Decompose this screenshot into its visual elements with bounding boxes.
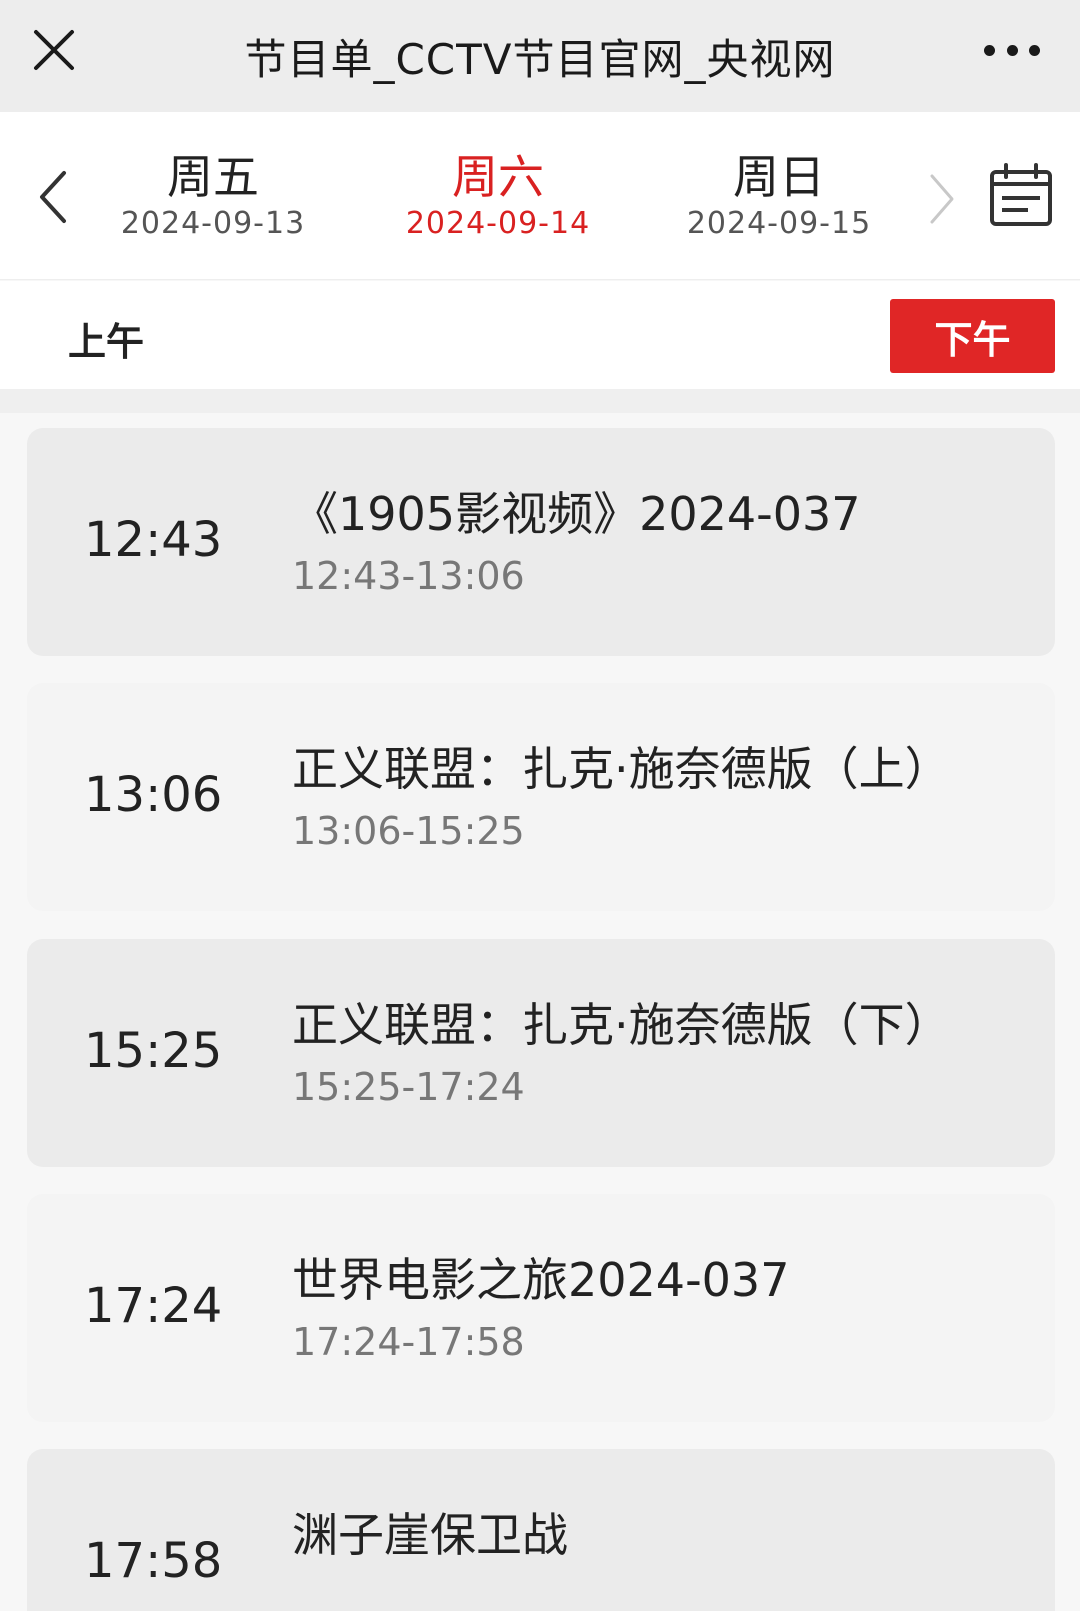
date-tab-sat[interactable]: 周六 2024-09-14 [383, 150, 613, 244]
more-dot [1006, 44, 1018, 56]
title-bar: 节目单_CCTV节目官网_央视网 [0, 0, 1080, 112]
more-dot [984, 44, 995, 56]
program-time-range: 12:43-13:06 [292, 554, 525, 598]
date-selector: 周五 2024-09-13 周六 2024-09-14 周日 2024-09-1… [0, 112, 1080, 280]
date-tab-sun[interactable]: 周日 2024-09-15 [664, 150, 894, 244]
program-item[interactable]: 17:58 渊子崖保卫战 [27, 1449, 1055, 1611]
date-label: 2024-09-14 [405, 206, 591, 241]
chevron-right-icon[interactable] [926, 172, 956, 226]
page-title: 节目单_CCTV节目官网_央视网 [244, 34, 836, 84]
program-time-range: 17:24-17:58 [292, 1320, 525, 1364]
close-icon[interactable] [30, 26, 78, 74]
chevron-left-icon[interactable] [34, 167, 70, 227]
program-start-time: 17:24 [84, 1278, 223, 1334]
program-item[interactable]: 12:43 《1905影视频》2024-037 12:43-13:06 [27, 428, 1055, 656]
program-start-time: 12:43 [84, 512, 223, 568]
date-label: 2024-09-13 [120, 206, 306, 241]
program-name: 世界电影之旅2024-037 [292, 1253, 790, 1307]
calendar-icon[interactable] [988, 162, 1054, 228]
weekday-label: 周五 [167, 150, 259, 204]
program-name: 正义联盟：扎克·施奈德版（下） [292, 998, 951, 1052]
am-tab[interactable]: 上午 [68, 311, 144, 366]
weekday-label: 周日 [733, 150, 825, 204]
program-name: 《1905影视频》2024-037 [292, 487, 861, 541]
date-label: 2024-09-15 [686, 206, 872, 241]
program-time-range: 15:25-17:24 [292, 1065, 525, 1109]
program-time-range: 13:06-15:25 [292, 809, 525, 853]
program-start-time: 15:25 [84, 1023, 223, 1079]
program-start-time: 17:58 [84, 1533, 223, 1589]
divider [0, 389, 1080, 413]
program-start-time: 13:06 [84, 767, 223, 823]
period-selector: 上午 下午 [0, 281, 1080, 389]
program-item[interactable]: 13:06 正义联盟：扎克·施奈德版（上） 13:06-15:25 [27, 683, 1055, 911]
weekday-label: 周六 [452, 150, 544, 204]
program-item[interactable]: 15:25 正义联盟：扎克·施奈德版（下） 15:25-17:24 [27, 939, 1055, 1167]
program-list: 12:43 《1905影视频》2024-037 12:43-13:06 13:0… [0, 413, 1080, 1611]
more-icon[interactable] [984, 38, 1040, 62]
more-dot [1029, 44, 1040, 56]
program-name: 渊子崖保卫战 [292, 1508, 568, 1562]
pm-tab[interactable]: 下午 [890, 299, 1055, 373]
program-item[interactable]: 17:24 世界电影之旅2024-037 17:24-17:58 [27, 1194, 1055, 1422]
program-name: 正义联盟：扎克·施奈德版（上） [292, 742, 951, 796]
date-tab-fri[interactable]: 周五 2024-09-13 [98, 150, 328, 244]
